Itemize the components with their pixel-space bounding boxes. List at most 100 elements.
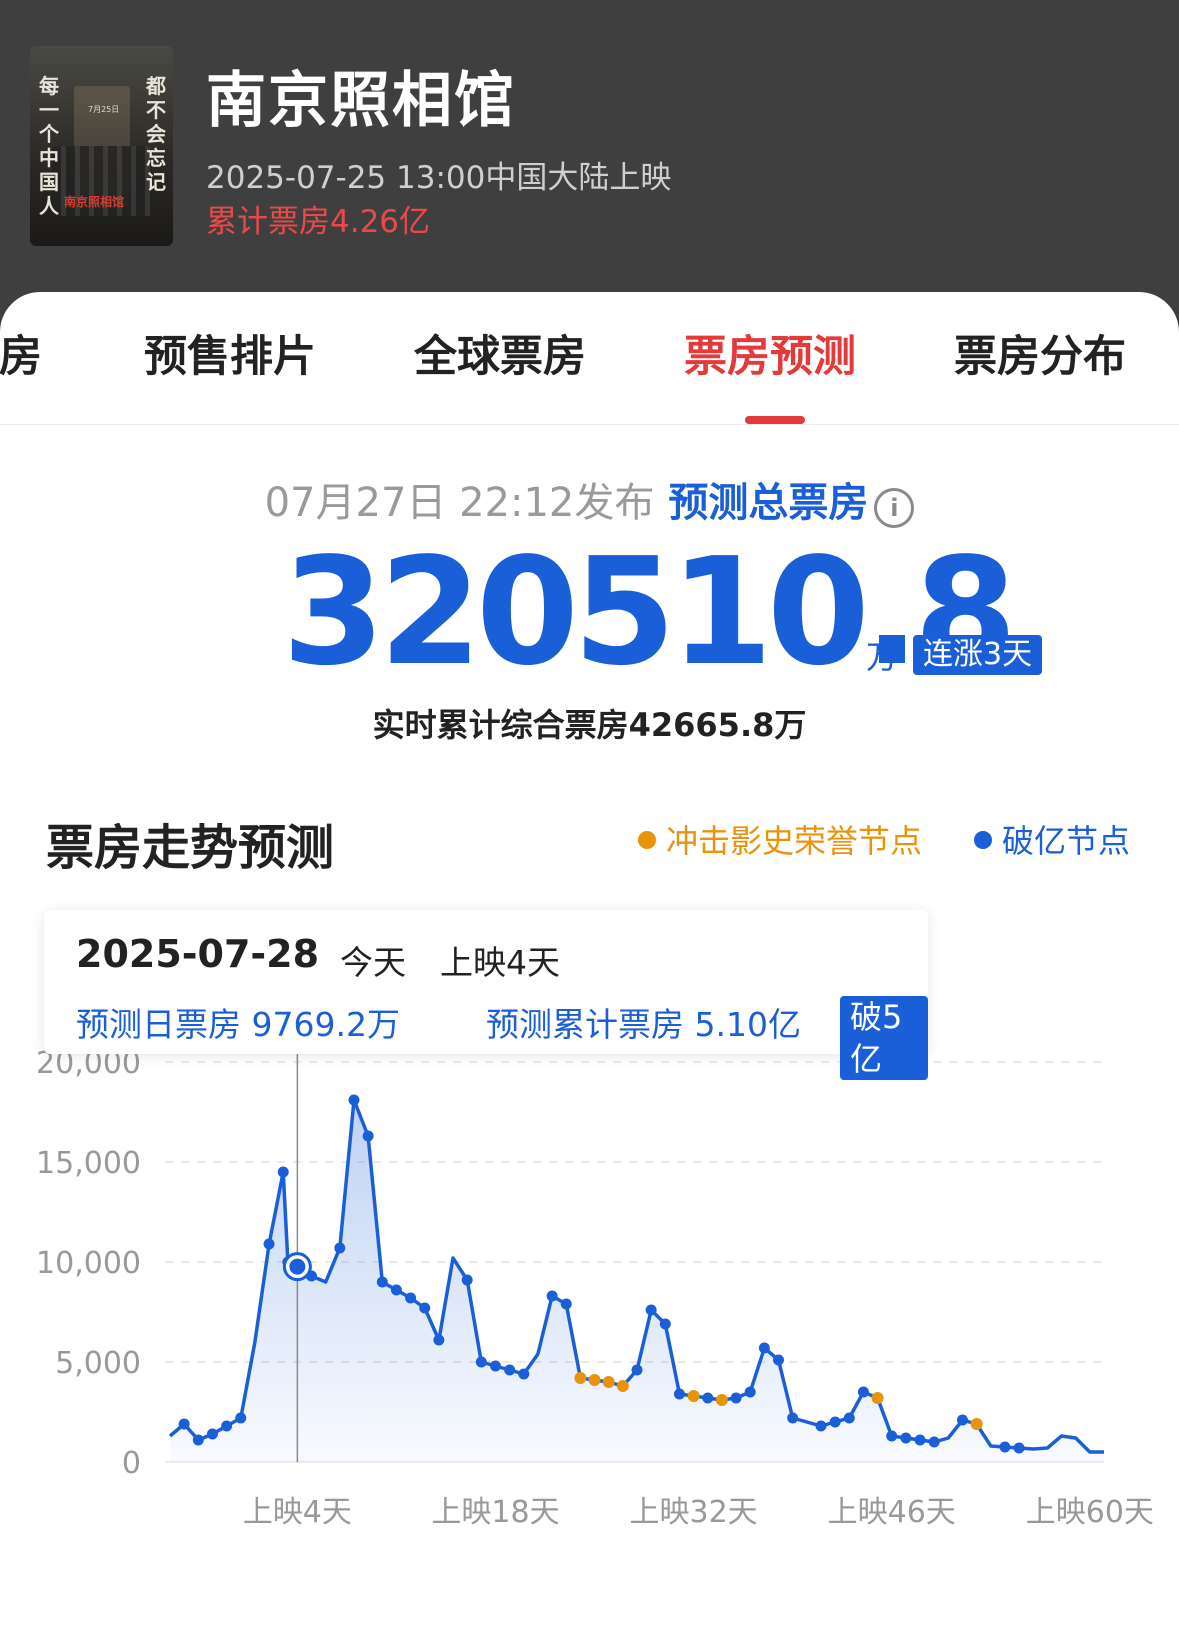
billion-node-point — [419, 1302, 431, 1314]
forecast-label: 预测总票房 — [668, 480, 869, 526]
x-tick-label: 上映60天 — [1026, 1495, 1154, 1530]
x-tick-label: 上映46天 — [828, 1495, 956, 1530]
billion-node-point — [999, 1441, 1011, 1453]
billion-node-point — [900, 1432, 912, 1444]
billion-node-point — [348, 1094, 360, 1106]
tab-forecast[interactable]: 票房预测 — [684, 322, 856, 384]
poster-right-text: 都不会忘记 — [146, 74, 166, 194]
billion-node-point — [631, 1364, 643, 1376]
realtime-box-office: 实时累计综合票房42665.8万 — [372, 706, 807, 744]
y-tick-label: 5,000 — [55, 1346, 141, 1381]
billion-node-point — [702, 1392, 714, 1404]
billion-node-point — [914, 1434, 926, 1446]
tooltip-today: 今天 — [340, 943, 406, 982]
tab-box-office[interactable]: 票房 — [0, 322, 42, 384]
content-card: 票房 预售排片 全球票房 票房预测 票房分布 07月27日 22:12发布预测总… — [0, 292, 1179, 1652]
billion-node-point — [235, 1412, 247, 1424]
billion-node-point — [489, 1360, 501, 1372]
billion-node-point — [773, 1354, 785, 1366]
tab-presale[interactable]: 预售排片 — [144, 322, 316, 384]
billion-node-point — [546, 1290, 558, 1302]
billion-node-point — [433, 1334, 445, 1346]
billion-node-point — [362, 1130, 374, 1142]
honor-node-point — [970, 1418, 983, 1430]
billion-node-point — [475, 1356, 487, 1368]
forecast-publish-row: 07月27日 22:12发布 预测总票房 i — [0, 470, 1179, 532]
billion-node-point — [518, 1368, 530, 1380]
active-tab-indicator — [745, 416, 805, 424]
billion-node-point — [461, 1274, 473, 1286]
billion-node-point — [758, 1342, 770, 1354]
billion-node-point — [829, 1416, 841, 1428]
tab-global[interactable]: 全球票房 — [414, 322, 586, 384]
tab-bar: 票房 预售排片 全球票房 票房预测 票房分布 — [0, 292, 1179, 425]
billion-node-point — [843, 1412, 855, 1424]
honor-node-point — [602, 1376, 615, 1388]
billion-node-point — [730, 1392, 742, 1404]
poster-left-text: 每一个中国人 — [39, 74, 59, 218]
y-tick-label: 15,000 — [36, 1146, 141, 1181]
movie-header: 7月25日 每一个中国人 都不会忘记 南京照相馆 南京照相馆 2025-07-2… — [0, 0, 1179, 300]
selected-point — [289, 1258, 306, 1275]
honor-node-point — [871, 1392, 884, 1404]
billion-node-point — [263, 1238, 275, 1250]
honor-dot-icon — [638, 831, 656, 849]
info-icon[interactable]: i — [874, 487, 915, 528]
billion-node-point — [560, 1298, 572, 1310]
poster-title: 南京照相馆 — [64, 195, 125, 209]
billion-node-point — [504, 1364, 516, 1376]
tab-distribution[interactable]: 票房分布 — [954, 322, 1126, 384]
tooltip-badge: 破5亿 — [840, 996, 928, 1080]
billion-node-point — [815, 1420, 827, 1432]
forecast-unit: 万 — [866, 638, 899, 676]
billion-node-point — [334, 1242, 346, 1254]
poster-date: 7月25日 — [88, 105, 120, 114]
x-tick-label: 上映18天 — [431, 1495, 559, 1530]
chart-tooltip: 2025-07-28 今天 上映4天 预测日票房 9769.2万 预测累计票房 … — [44, 910, 928, 1080]
billion-dot-icon — [974, 831, 992, 849]
honor-node-point — [588, 1374, 601, 1386]
billion-node-point — [645, 1304, 657, 1316]
billion-node-point — [405, 1292, 417, 1304]
billion-node-point — [956, 1414, 968, 1426]
publish-time: 07月27日 22:12发布 — [264, 480, 655, 526]
billion-node-point — [673, 1388, 685, 1400]
billion-node-point — [221, 1420, 233, 1432]
honor-node-point — [574, 1372, 587, 1384]
tooltip-cumulative-forecast: 预测累计票房 5.10亿 — [486, 1005, 801, 1044]
honor-node-point — [687, 1390, 700, 1402]
honor-node-point — [616, 1380, 629, 1392]
billion-node-point — [928, 1436, 940, 1448]
release-info: 2025-07-25 13:00中国大陆上映 — [206, 160, 672, 196]
y-tick-label: 10,000 — [36, 1246, 141, 1281]
billion-node-point — [1013, 1442, 1025, 1454]
x-tick-label: 上映4天 — [243, 1495, 352, 1530]
honor-node-point — [715, 1394, 728, 1406]
movie-title: 南京照相馆 — [206, 66, 516, 136]
trend-chart[interactable]: 20,00015,00010,0005,0000上映4天 上映18天 上映32天 上映… — [0, 992, 1179, 1632]
billion-node-point — [857, 1386, 869, 1398]
billion-node-point — [886, 1430, 898, 1442]
y-tick-label: 0 — [122, 1446, 141, 1481]
billion-node-point — [659, 1318, 671, 1330]
billion-node-point — [744, 1386, 756, 1398]
forecast-total-value: 320510.8 — [282, 526, 1017, 698]
billion-node-point — [178, 1418, 190, 1430]
streak-badge: 连涨3天 — [913, 635, 1043, 675]
tooltip-day: 上映4天 — [440, 943, 560, 982]
cumulative-box-office: 累计票房4.26亿 — [206, 204, 431, 240]
legend-billion[interactable]: 破亿节点 — [974, 816, 1130, 862]
tooltip-date: 2025-07-28 — [76, 932, 320, 976]
legend-honor-label: 冲击影史荣誉节点 — [666, 822, 923, 860]
trend-title: 票房走势预测 — [46, 820, 335, 876]
billion-node-point — [787, 1412, 799, 1424]
billion-node-point — [376, 1276, 388, 1288]
legend-billion-label: 破亿节点 — [1002, 822, 1131, 860]
tooltip-daily-forecast: 预测日票房 9769.2万 — [76, 1005, 400, 1044]
billion-node-point — [192, 1434, 204, 1446]
billion-node-point — [277, 1166, 289, 1178]
legend-honor[interactable]: 冲击影史荣誉节点 — [638, 816, 922, 862]
billion-node-point — [390, 1284, 402, 1296]
billion-node-point — [206, 1428, 218, 1440]
movie-poster[interactable]: 7月25日 每一个中国人 都不会忘记 南京照相馆 — [30, 46, 173, 246]
